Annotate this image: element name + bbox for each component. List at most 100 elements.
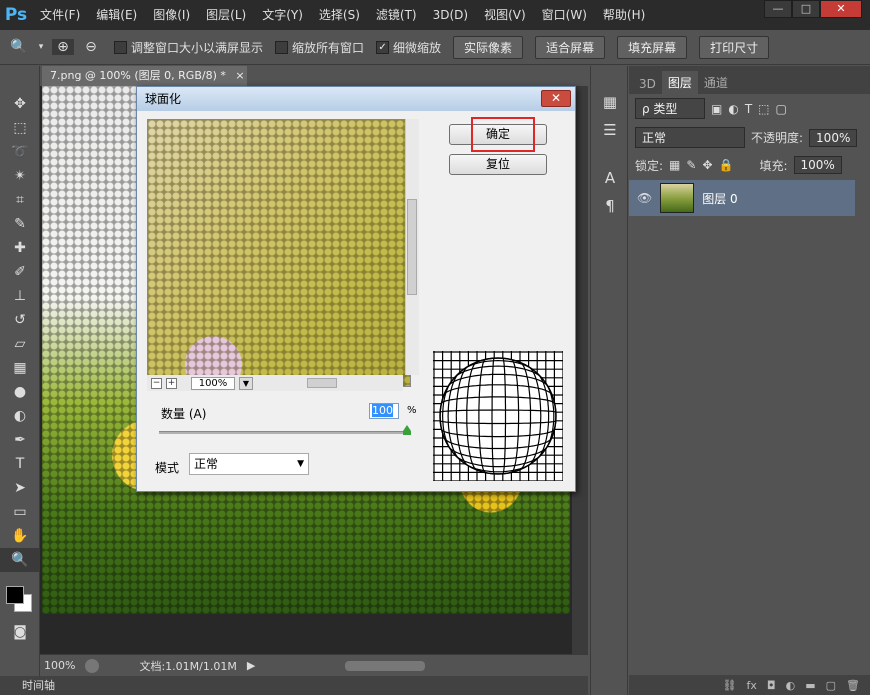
move-tool-icon[interactable]: ✥ — [0, 92, 40, 116]
new-layer-icon[interactable]: ▢ — [826, 679, 836, 692]
tab-3d[interactable]: 3D — [633, 74, 662, 94]
layer-style-icon[interactable]: fx — [747, 679, 757, 692]
dialog-close-button[interactable]: ✕ — [541, 90, 571, 107]
close-button[interactable]: ✕ — [820, 0, 862, 18]
properties-panel-icon[interactable]: ☰ — [591, 116, 629, 144]
menu-file[interactable]: 文件(F) — [32, 0, 88, 30]
lasso-tool-icon[interactable]: ➰ — [0, 140, 40, 164]
lock-transparent-icon[interactable]: ▦ — [669, 158, 680, 172]
restore-button[interactable]: □ — [792, 0, 820, 18]
tab-channels[interactable]: 通道 — [698, 71, 734, 94]
zoom-out-icon[interactable]: ⊖ — [80, 39, 102, 55]
link-layers-icon[interactable]: ⛓ — [723, 679, 737, 692]
status-arrow-icon[interactable]: ▶ — [247, 659, 255, 672]
layers-panel: 3D 图层 通道 ρ 类型 ▣ ◐ T ⬚ ▢ 正常 不透明度: 100% 锁定… — [629, 66, 870, 695]
document-tab[interactable]: 7.png @ 100% (图层 0, RGB/8) * × — [42, 66, 247, 86]
history-panel-icon[interactable]: ▦ — [591, 88, 629, 116]
lock-all-icon[interactable]: 🔒 — [719, 158, 734, 172]
fit-screen-button[interactable]: 适合屏幕 — [535, 35, 606, 59]
pen-tool-icon[interactable]: ✒ — [0, 428, 40, 452]
zoom-tool-icon[interactable]: 🔍 — [8, 39, 30, 55]
layer-row[interactable]: 👁 图层 0 — [629, 180, 855, 216]
dodge-tool-icon[interactable]: ◐ — [0, 404, 40, 428]
layer-name[interactable]: 图层 0 — [702, 190, 737, 207]
shape-filter-icon[interactable]: ⬚ — [758, 102, 769, 116]
zoom-out-button[interactable]: − — [151, 377, 162, 389]
paragraph-panel-icon[interactable]: ¶ — [591, 192, 629, 220]
magic-wand-icon[interactable]: ✴ — [0, 164, 40, 188]
character-panel-icon[interactable]: A — [591, 164, 629, 192]
eye-icon[interactable]: 👁 — [637, 191, 652, 205]
options-bar: 🔍 ▾ ⊕ ⊖ 调整窗口大小以满屏显示 缩放所有窗口 ✓ 细微缩放 实际像素 适合… — [0, 30, 870, 65]
rectangle-tool-icon[interactable]: ▭ — [0, 500, 40, 524]
lock-position-icon[interactable]: ✥ — [702, 158, 712, 172]
filter-preview[interactable] — [147, 119, 411, 387]
gradient-tool-icon[interactable]: ▦ — [0, 356, 40, 380]
trash-icon[interactable]: 🗑 — [846, 679, 860, 692]
layer-filter-select[interactable]: ρ 类型 — [635, 98, 705, 119]
chevron-down-icon[interactable]: ▾ — [36, 42, 46, 52]
timeline-panel[interactable]: 时间轴 — [0, 676, 588, 695]
mode-select[interactable]: 正常 ▼ — [189, 453, 309, 475]
blur-tool-icon[interactable]: ● — [0, 380, 40, 404]
type-filter-icon[interactable]: T — [745, 102, 752, 116]
menu-3d[interactable]: 3D(D) — [425, 0, 476, 30]
healing-brush-icon[interactable]: ✚ — [0, 236, 40, 260]
menu-window[interactable]: 窗口(W) — [534, 0, 595, 30]
horizontal-scrollbar[interactable] — [345, 660, 426, 671]
fill-input[interactable]: 100% — [793, 156, 842, 174]
preview-zoom-level[interactable]: 100% — [191, 376, 235, 390]
menu-layer[interactable]: 图层(L) — [198, 0, 254, 30]
dialog-titlebar[interactable]: 球面化 ✕ — [137, 87, 575, 111]
menu-type[interactable]: 文字(Y) — [254, 0, 311, 30]
chevron-down-icon[interactable]: ▼ — [239, 376, 253, 390]
zoom-all-checkbox[interactable]: 缩放所有窗口 — [275, 39, 364, 56]
eyedropper-icon[interactable]: ✎ — [0, 212, 40, 236]
lock-paint-icon[interactable]: ✎ — [686, 158, 696, 172]
hand-tool-icon[interactable]: ✋ — [0, 524, 40, 548]
blend-mode-select[interactable]: 正常 — [635, 127, 745, 148]
zoom-level[interactable]: 100% — [44, 659, 75, 672]
preview-hscroll-thumb[interactable] — [307, 378, 337, 388]
amount-slider[interactable] — [159, 431, 409, 434]
amount-slider-thumb[interactable] — [403, 425, 411, 435]
brush-tool-icon[interactable]: ✐ — [0, 260, 40, 284]
marquee-tool-icon[interactable]: ⬚ — [0, 116, 40, 140]
menu-help[interactable]: 帮助(H) — [595, 0, 653, 30]
fill-screen-button[interactable]: 填充屏幕 — [617, 35, 688, 59]
amount-input[interactable]: 100 — [369, 403, 399, 419]
crop-tool-icon[interactable]: ⌗ — [0, 188, 40, 212]
menu-image[interactable]: 图像(I) — [145, 0, 198, 30]
history-brush-icon[interactable]: ↺ — [0, 308, 40, 332]
clone-stamp-icon[interactable]: ⊥ — [0, 284, 40, 308]
resize-windows-checkbox[interactable]: 调整窗口大小以满屏显示 — [114, 39, 263, 56]
new-group-icon[interactable]: ▬ — [805, 679, 815, 692]
menu-select[interactable]: 选择(S) — [311, 0, 368, 30]
print-size-button[interactable]: 打印尺寸 — [699, 35, 770, 59]
adjustment-filter-icon[interactable]: ◐ — [728, 102, 738, 116]
menu-view[interactable]: 视图(V) — [476, 0, 534, 30]
preview-scrollbar[interactable] — [405, 119, 419, 375]
eraser-icon[interactable]: ▱ — [0, 332, 40, 356]
adjustment-layer-icon[interactable]: ◐ — [786, 679, 796, 692]
quick-mask-icon[interactable]: ◙ — [0, 620, 40, 644]
status-menu-icon[interactable] — [85, 658, 100, 673]
zoom-in-icon[interactable]: ⊕ — [52, 39, 74, 55]
scrubby-zoom-checkbox[interactable]: ✓ 细微缩放 — [376, 39, 441, 56]
add-mask-icon[interactable]: ◘ — [767, 679, 776, 692]
smart-object-filter-icon[interactable]: ▢ — [776, 102, 787, 116]
zoom-tool-icon[interactable]: 🔍 — [0, 548, 40, 572]
reset-button[interactable]: 复位 — [449, 154, 547, 175]
foreground-background-color-icon[interactable] — [0, 580, 40, 620]
opacity-input[interactable]: 100% — [809, 128, 858, 147]
image-filter-icon[interactable]: ▣ — [711, 102, 722, 116]
zoom-in-button[interactable]: + — [166, 377, 177, 389]
close-icon[interactable]: × — [235, 69, 244, 82]
type-tool-icon[interactable]: T — [0, 452, 40, 476]
menu-filter[interactable]: 滤镜(T) — [368, 0, 425, 30]
path-select-icon[interactable]: ➤ — [0, 476, 40, 500]
tab-layers[interactable]: 图层 — [661, 71, 698, 94]
minimize-button[interactable]: — — [764, 0, 792, 18]
menu-edit[interactable]: 编辑(E) — [88, 0, 145, 30]
actual-pixels-button[interactable]: 实际像素 — [453, 35, 524, 59]
